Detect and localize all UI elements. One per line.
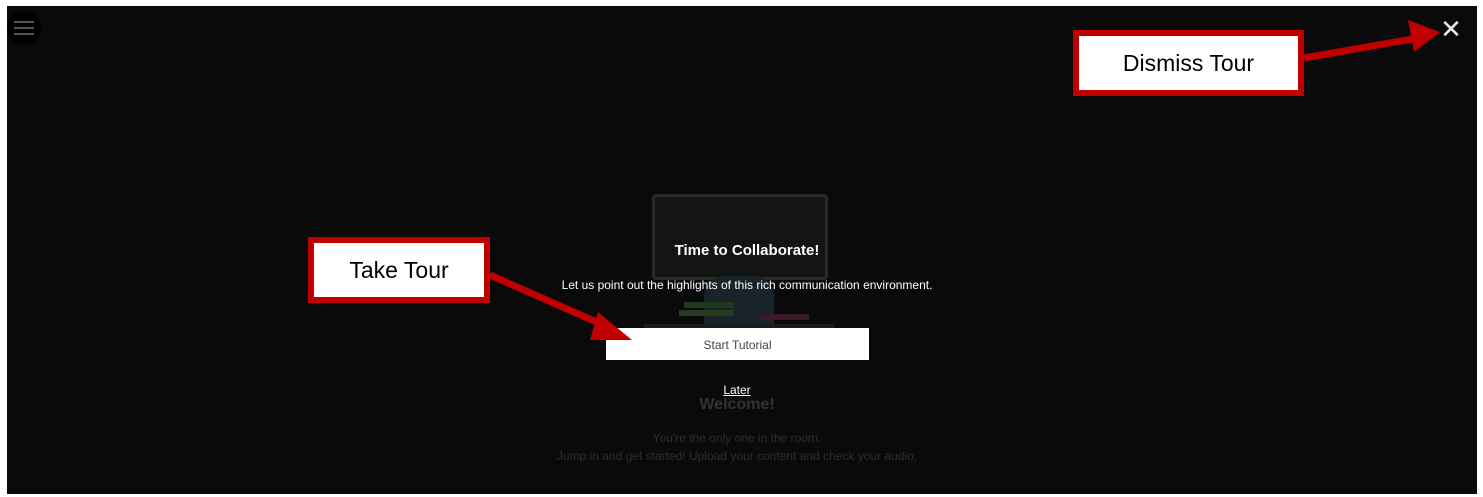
start-tutorial-button[interactable]: Start Tutorial [606, 328, 869, 360]
hamburger-menu-button[interactable] [7, 11, 41, 45]
monitor-graphic [652, 194, 828, 280]
take-tour-callout: Take Tour [308, 237, 490, 303]
book-graphic [679, 310, 734, 316]
dismiss-tour-callout: Dismiss Tour [1073, 30, 1304, 96]
later-link[interactable]: Later [687, 383, 787, 397]
welcome-instructions: Jump in and get started! Upload your con… [556, 449, 918, 463]
tour-description: Let us point out the highlights of this … [561, 278, 933, 292]
close-icon[interactable]: ✕ [1439, 17, 1463, 43]
book-graphic [684, 302, 734, 308]
welcome-message: You're the only one in the room. [652, 431, 822, 445]
welcome-title: Welcome! [699, 396, 775, 413]
tour-title: Time to Collaborate! [674, 242, 820, 259]
workspace-illustration [644, 194, 834, 334]
book-graphic [759, 314, 809, 320]
menu-bar [14, 27, 34, 29]
menu-bar [14, 21, 34, 23]
menu-bar [14, 33, 34, 35]
